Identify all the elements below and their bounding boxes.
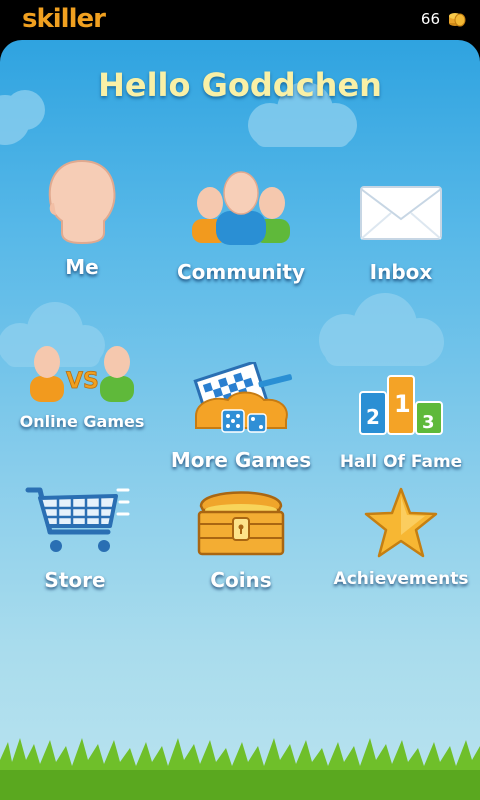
home-screen: Hello Goddchen Me Community Inbox VS Onl… bbox=[0, 40, 480, 800]
menu-item-achievements[interactable]: Achievements bbox=[321, 485, 480, 635]
menu-item-coins[interactable]: Coins bbox=[161, 480, 321, 630]
grass-decoration bbox=[0, 738, 480, 800]
menu-item-community[interactable]: Community bbox=[161, 165, 321, 315]
menu-label-achievements: Achievements bbox=[333, 569, 469, 589]
menu-item-store[interactable]: Store bbox=[0, 480, 155, 630]
page-title: Hello Goddchen bbox=[98, 66, 382, 104]
treasure-chest-icon bbox=[197, 491, 285, 556]
shopping-cart-icon bbox=[25, 487, 130, 552]
coin-count: 66 bbox=[420, 10, 440, 28]
menu-item-inbox[interactable]: Inbox bbox=[321, 175, 480, 325]
menu-label-online-games: Online Games bbox=[19, 412, 145, 431]
podium-icon: 2 1 3 bbox=[359, 375, 443, 435]
svg-text:2: 2 bbox=[366, 405, 380, 429]
menu-label-store: Store bbox=[44, 568, 106, 592]
menu-label-community: Community bbox=[176, 260, 306, 284]
avatar-head-icon bbox=[48, 159, 116, 245]
coin-stack-icon bbox=[449, 13, 466, 27]
menu-label-more-games: More Games bbox=[170, 448, 312, 472]
envelope-icon bbox=[360, 186, 442, 240]
svg-text:VS: VS bbox=[66, 369, 99, 394]
star-icon bbox=[364, 487, 438, 558]
menu-label-me: Me bbox=[65, 255, 99, 279]
svg-text:1: 1 bbox=[394, 390, 411, 418]
versus-players-icon: VS bbox=[30, 346, 134, 402]
menu-item-me[interactable]: Me bbox=[2, 155, 162, 305]
more-games-icon bbox=[193, 362, 293, 433]
svg-text:3: 3 bbox=[422, 412, 435, 433]
coin-balance[interactable]: 66 bbox=[421, 10, 466, 28]
skiller-logo: skiller bbox=[22, 4, 106, 34]
menu-item-online-games[interactable]: VS Online Games bbox=[2, 342, 162, 492]
status-bar: skiller 66 bbox=[0, 0, 480, 40]
menu-label-coins: Coins bbox=[210, 568, 272, 592]
menu-label-hall-of-fame: Hall Of Fame bbox=[339, 452, 463, 472]
menu-label-inbox: Inbox bbox=[369, 260, 433, 284]
community-people-icon bbox=[192, 171, 290, 245]
